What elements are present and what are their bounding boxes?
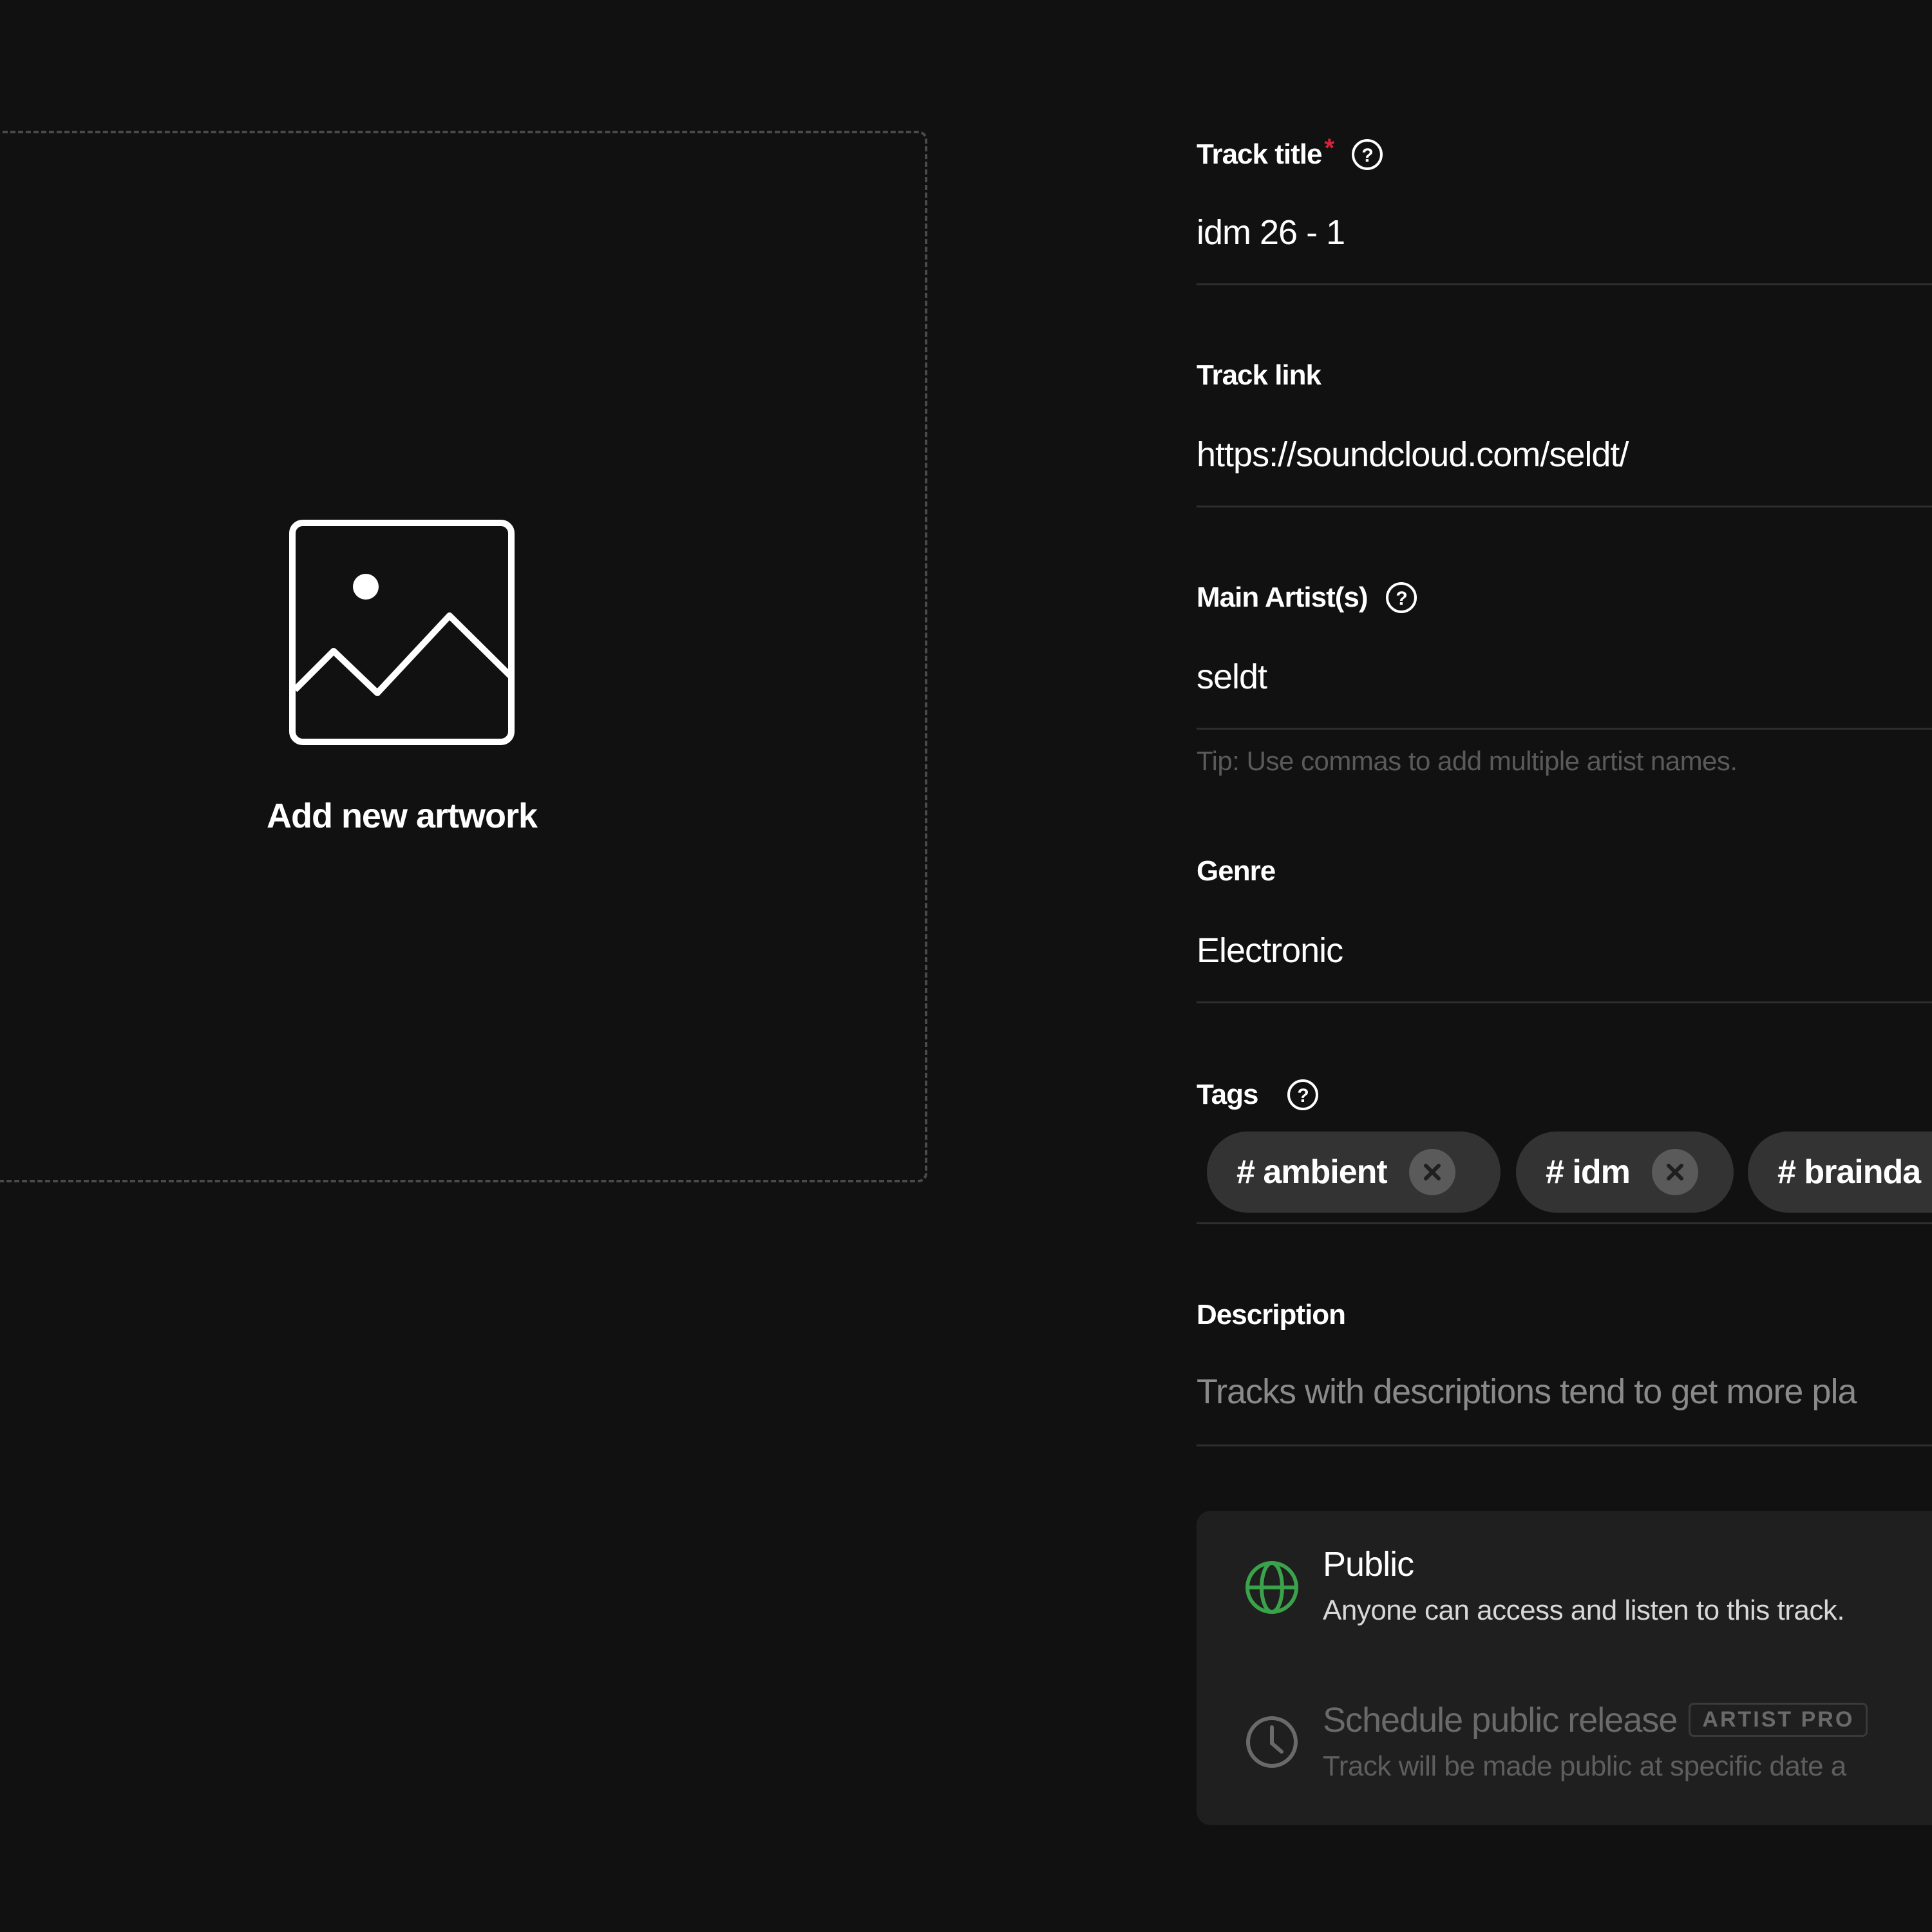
- help-icon[interactable]: ?: [1286, 1078, 1320, 1112]
- svg-text:?: ?: [1298, 1085, 1309, 1106]
- globe-icon[interactable]: [1244, 1560, 1300, 1615]
- help-icon[interactable]: ?: [1350, 138, 1384, 171]
- remove-tag-icon[interactable]: [1408, 1149, 1455, 1195]
- schedule-option-title[interactable]: Schedule public release ARTIST PRO: [1323, 1700, 1868, 1740]
- tag-chip[interactable]: # ambient: [1207, 1132, 1501, 1213]
- tag-chip-label: # ambient: [1236, 1153, 1388, 1191]
- track-title-field: Track title * ?: [1197, 133, 1932, 174]
- public-option-desc: Anyone can access and listen to this tra…: [1323, 1595, 1845, 1626]
- description-input[interactable]: Tracks with descriptions tend to get mor…: [1197, 1372, 1857, 1412]
- required-mark: *: [1324, 133, 1334, 162]
- divider: [1197, 506, 1932, 507]
- genre-label: Genre: [1197, 855, 1276, 887]
- description-field: Description: [1197, 1296, 1932, 1334]
- tag-chip[interactable]: # idm: [1516, 1132, 1734, 1213]
- track-title-label: Track title: [1197, 138, 1322, 170]
- schedule-option-label: Schedule public release: [1323, 1701, 1678, 1739]
- divider: [1197, 1001, 1932, 1003]
- tag-chip[interactable]: # brainda: [1748, 1132, 1932, 1213]
- artists-tip: Tip: Use commas to add multiple artist n…: [1197, 746, 1738, 776]
- main-artists-field: Main Artist(s) ?: [1197, 578, 1932, 617]
- clock-icon[interactable]: [1244, 1714, 1300, 1770]
- divider: [1197, 728, 1932, 730]
- main-artists-label: Main Artist(s): [1197, 582, 1368, 613]
- upload-edit-page: Add new artwork Track title * ? idm 26 -…: [0, 0, 1932, 1932]
- svg-text:?: ?: [1396, 588, 1406, 609]
- tag-chip-label: # brainda: [1777, 1153, 1921, 1191]
- track-link-field: Track link: [1197, 356, 1932, 395]
- divider: [1197, 283, 1932, 285]
- schedule-option-desc: Track will be made public at specific da…: [1323, 1750, 1846, 1782]
- genre-select[interactable]: Electronic: [1197, 931, 1343, 971]
- track-link-input[interactable]: https://soundcloud.com/seldt/: [1197, 435, 1629, 475]
- tags-label: Tags: [1197, 1079, 1258, 1110]
- track-title-input[interactable]: idm 26 - 1: [1197, 213, 1345, 252]
- tag-chip-label: # idm: [1546, 1153, 1631, 1191]
- artist-pro-badge: ARTIST PRO: [1689, 1703, 1868, 1738]
- genre-field: Genre: [1197, 852, 1932, 891]
- divider: [1197, 1444, 1932, 1446]
- remove-tag-icon[interactable]: [1651, 1149, 1698, 1195]
- add-artwork-label[interactable]: Add new artwork: [0, 796, 804, 836]
- main-artists-input[interactable]: seldt: [1197, 657, 1267, 697]
- image-icon[interactable]: [289, 519, 515, 746]
- help-icon[interactable]: ?: [1385, 581, 1418, 614]
- track-link-label: Track link: [1197, 359, 1321, 391]
- svg-text:?: ?: [1361, 145, 1372, 166]
- public-option-title[interactable]: Public: [1323, 1544, 1414, 1584]
- divider: [1197, 1222, 1932, 1224]
- privacy-card: Public Anyone can access and listen to t…: [1197, 1511, 1932, 1825]
- tags-field: Tags ?: [1197, 1075, 1932, 1114]
- description-label: Description: [1197, 1299, 1346, 1331]
